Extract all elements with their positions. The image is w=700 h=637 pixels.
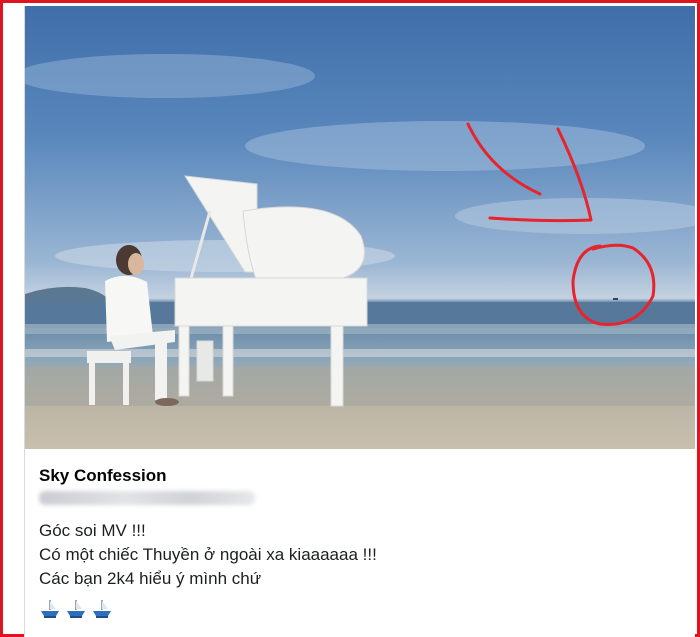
boat-icon (39, 597, 61, 619)
post-line: Góc soi MV !!! (39, 521, 146, 540)
cloud (245, 121, 645, 171)
post-line: Có một chiếc Thuyền ở ngoài xa kiaaaaaa … (39, 545, 377, 564)
post-text: Góc soi MV !!! Có một chiếc Thuyền ở ngo… (39, 519, 681, 591)
cloud (455, 198, 695, 234)
boat-icon (65, 597, 87, 619)
boat-icon (91, 597, 113, 619)
post-line: Các bạn 2k4 hiểu ý mình chứ (39, 569, 262, 588)
blurred-timestamp (39, 491, 255, 505)
cloud (25, 54, 315, 98)
post-photo[interactable] (25, 6, 695, 449)
emoji-row (39, 597, 681, 619)
facebook-post-card: Sky Confession Góc soi MV !!! Có một chi… (24, 6, 695, 637)
post-body: Sky Confession Góc soi MV !!! Có một chi… (39, 466, 681, 619)
distant-boat (613, 298, 618, 300)
photo-scene (25, 54, 695, 407)
page-name[interactable]: Sky Confession (39, 466, 681, 486)
